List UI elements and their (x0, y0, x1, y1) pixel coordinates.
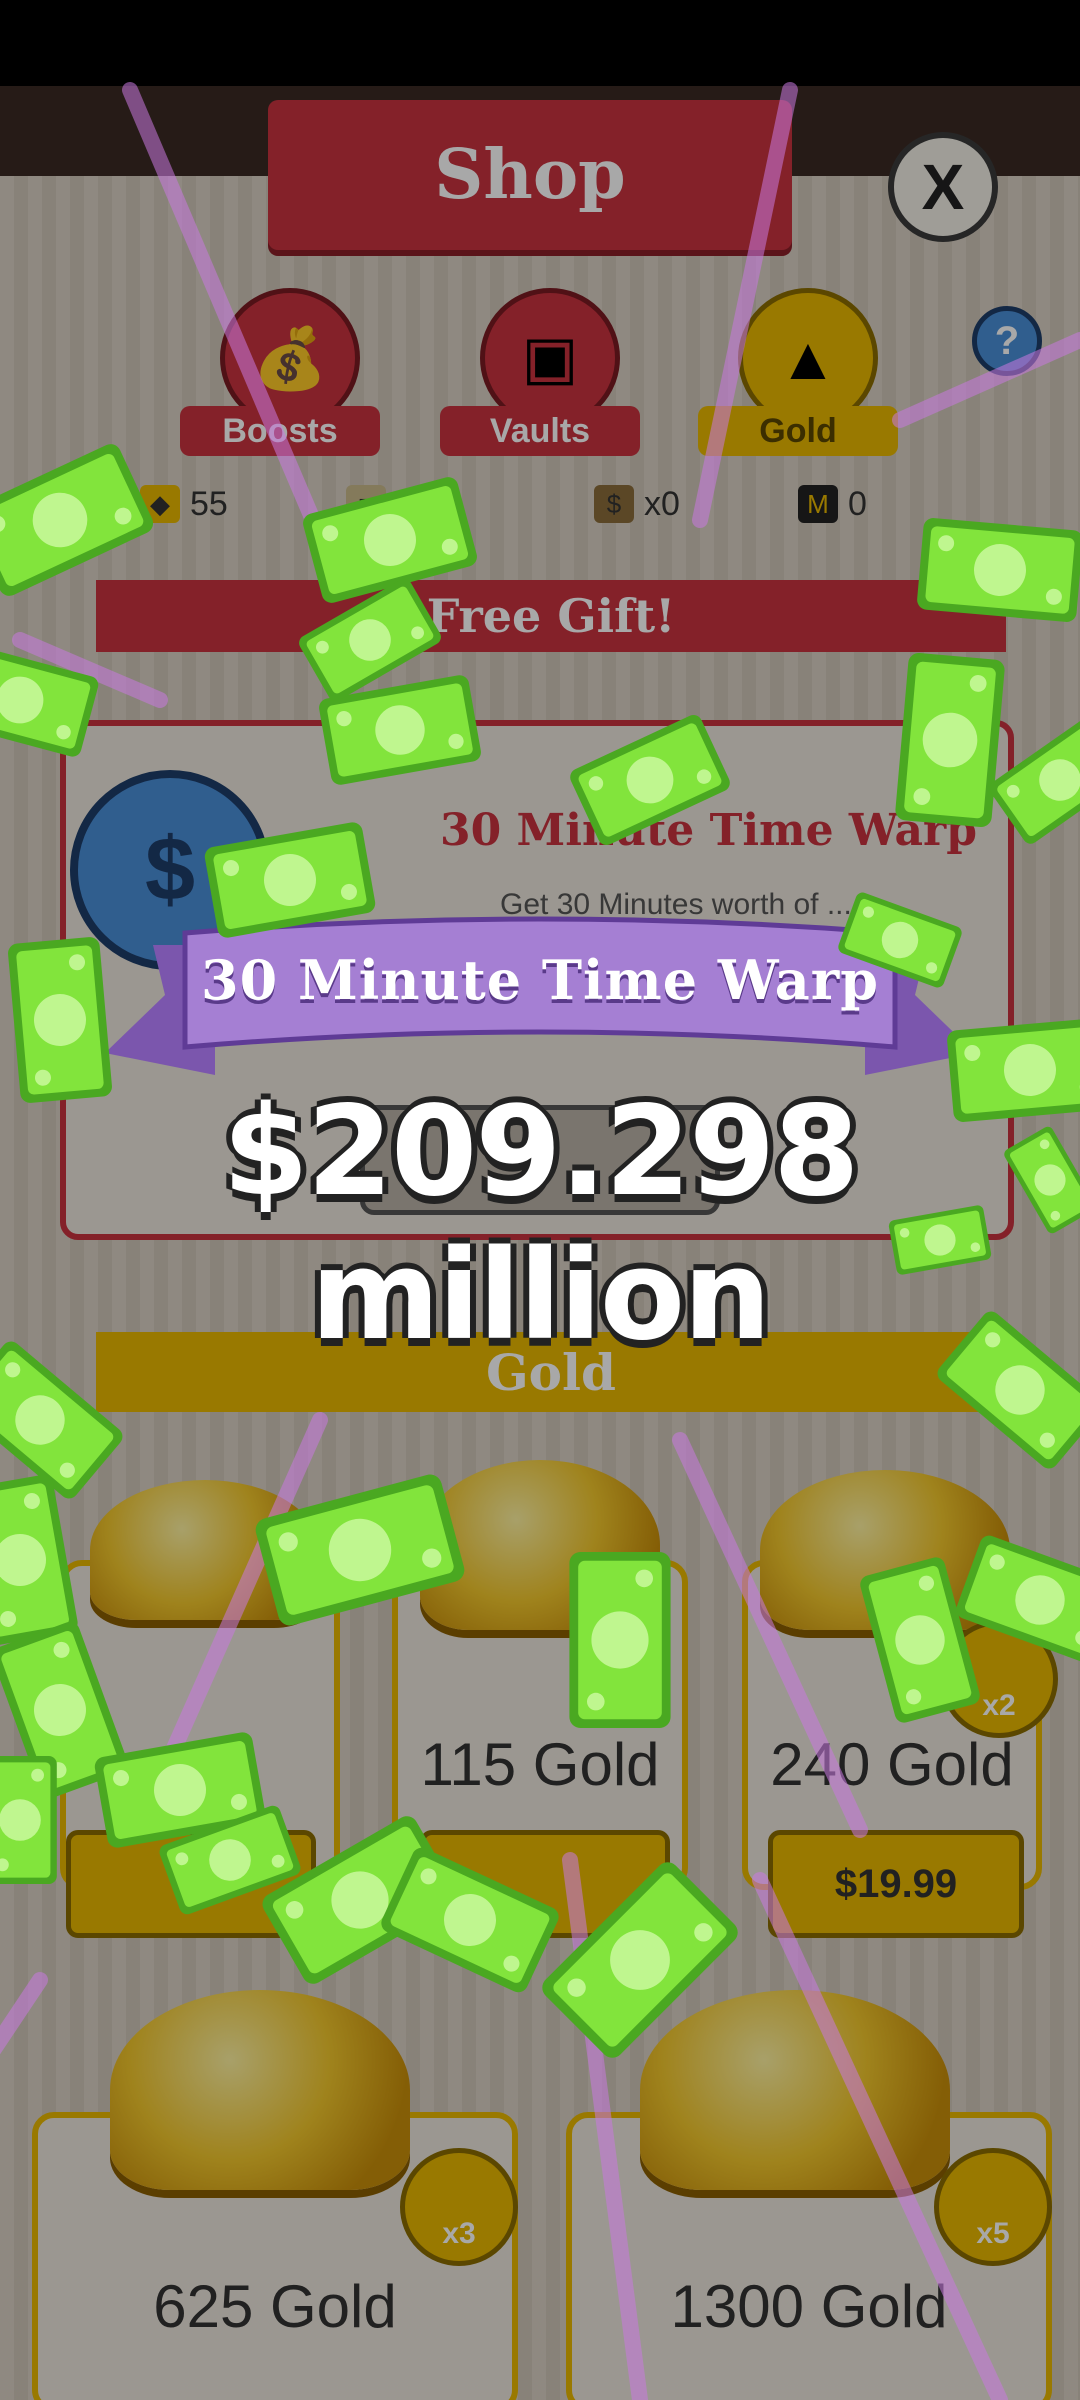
bill-icon (916, 517, 1080, 623)
bill-icon (887, 1204, 993, 1276)
bill-icon (0, 1756, 57, 1884)
bill-icon (0, 641, 101, 759)
bill-icon (1002, 1124, 1080, 1236)
bill-icon (300, 474, 480, 606)
game-screen: Shop X ? 💰 Boosts ▣ Vaults ▲ Gold ◆ 55 ■… (0, 0, 1080, 2400)
bill-icon (0, 1337, 127, 1503)
bill-icon (858, 1555, 982, 1725)
bill-icon (986, 713, 1080, 847)
bill-icon (953, 1532, 1080, 1668)
bill-icon (252, 1471, 468, 1629)
bill-icon (0, 1473, 80, 1647)
bill-icon (7, 936, 113, 1104)
bill-icon (894, 652, 1006, 828)
bill-icon (836, 890, 964, 990)
bill-icon (933, 1307, 1080, 1473)
bill-icon (567, 712, 733, 848)
money-bills-layer (0, 440, 1080, 2063)
bill-icon (203, 820, 377, 940)
bill-icon (0, 440, 157, 600)
bill-icon (946, 1017, 1080, 1123)
bill-icon (569, 1552, 671, 1728)
bill-icon (537, 1857, 743, 2063)
